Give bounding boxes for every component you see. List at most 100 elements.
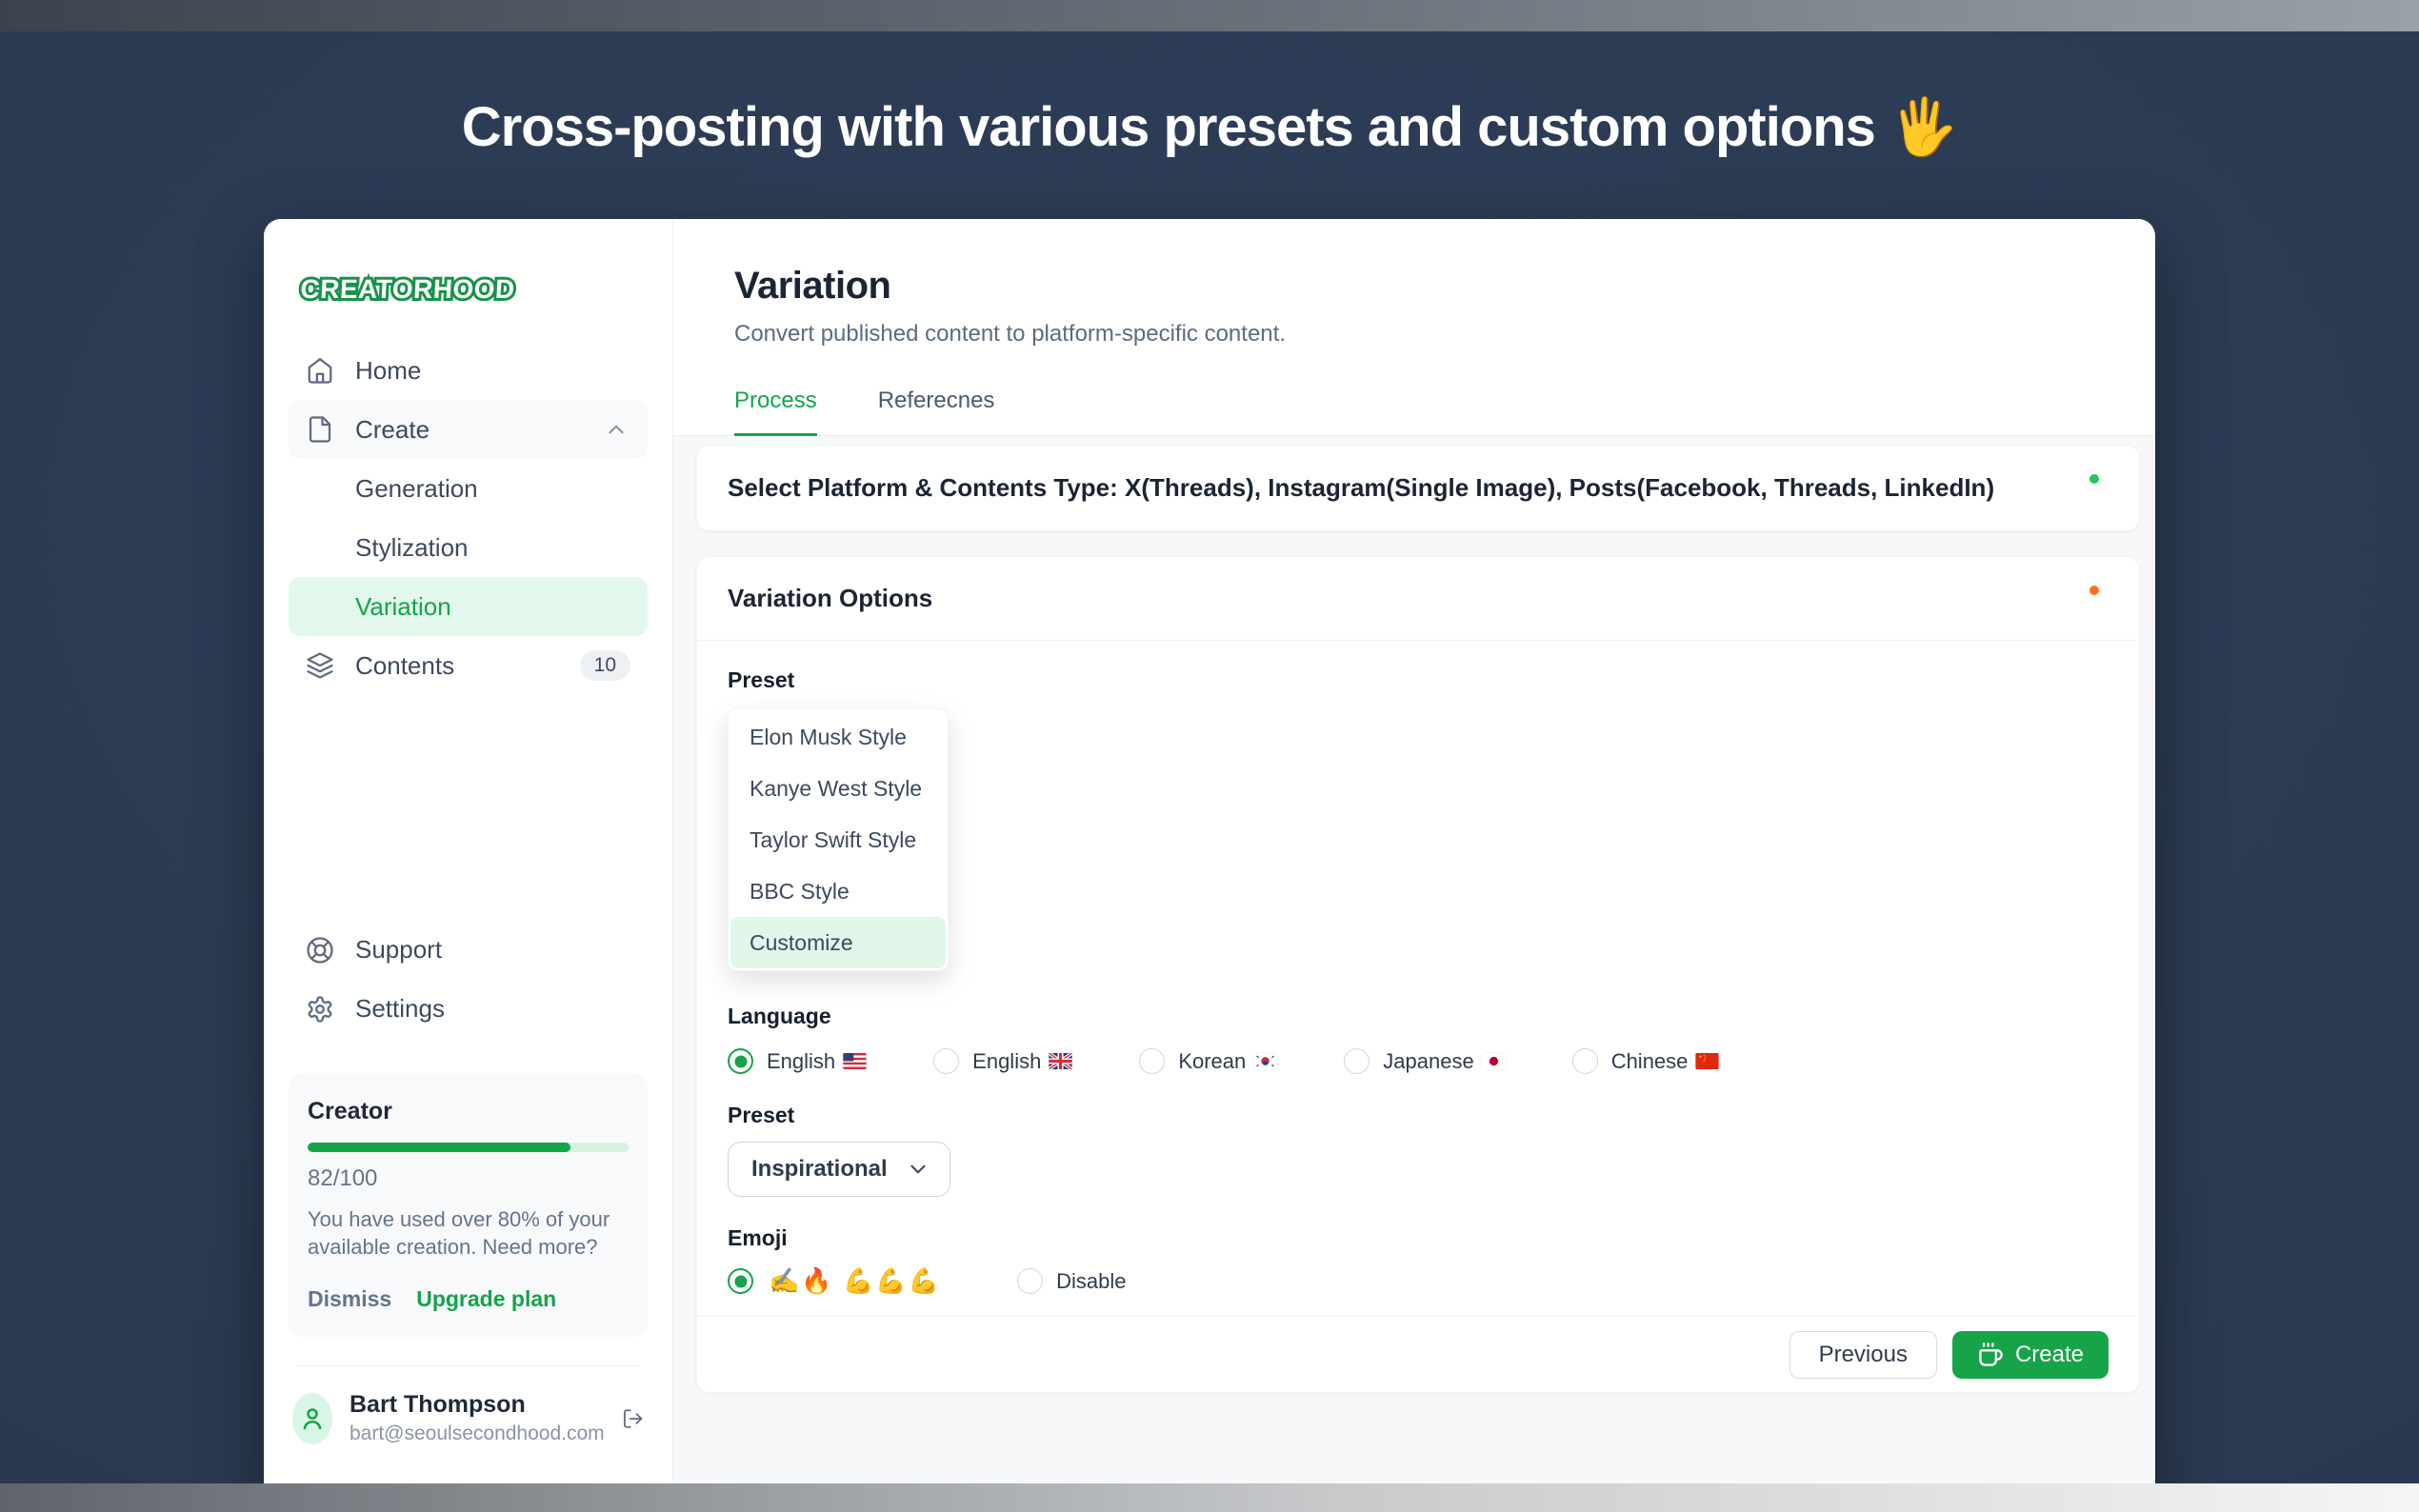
options-card-body: Preset Elon Musk Style Kanye West Style … — [697, 641, 2139, 1316]
user-icon — [298, 1404, 327, 1433]
emoji-option-text: ✍️🔥 💪💪💪 — [769, 1266, 941, 1296]
gb-flag-icon — [1049, 1053, 1072, 1069]
radio-label-text: Korean — [1178, 1049, 1246, 1074]
upgrade-plan-link[interactable]: Upgrade plan — [416, 1286, 556, 1312]
radio-chinese[interactable]: Chinese — [1572, 1048, 1720, 1074]
radio-korean[interactable]: Korean — [1139, 1048, 1277, 1074]
menu-item-kanye-west-style[interactable]: Kanye West Style — [730, 763, 946, 814]
platform-step-title: Select Platform & Contents Type: X(Threa… — [728, 473, 1994, 503]
usage-progress-fill — [308, 1143, 570, 1152]
platform-step-card[interactable]: Select Platform & Contents Type: X(Threa… — [696, 445, 2140, 531]
radio-label-text: English — [767, 1049, 835, 1074]
radio-circle — [728, 1268, 753, 1294]
radio-japanese[interactable]: Japanese — [1344, 1048, 1505, 1074]
create-button[interactable]: Create — [1952, 1331, 2109, 1379]
top-window-chrome — [0, 0, 2419, 31]
coffee-cup-icon — [1977, 1342, 2004, 1368]
radio-label-text: Japanese — [1383, 1049, 1473, 1074]
radio-label-text: Chinese — [1611, 1049, 1689, 1074]
radio-english-us[interactable]: English — [728, 1048, 867, 1074]
sidebar-item-stylization[interactable]: Stylization — [289, 518, 648, 577]
variation-options-card: Variation Options Preset Elon Musk Style… — [696, 556, 2140, 1393]
radio-english-gb[interactable]: English — [933, 1048, 1072, 1074]
previous-button[interactable]: Previous — [1789, 1331, 1937, 1379]
language-section: Language English Eng — [728, 1004, 2109, 1074]
sidebar-item-home[interactable]: Home — [289, 341, 648, 400]
radio-circle — [933, 1048, 959, 1074]
radio-circle — [1344, 1048, 1369, 1074]
logout-icon[interactable] — [622, 1404, 644, 1433]
menu-item-bbc-style[interactable]: BBC Style — [730, 865, 946, 917]
options-card-footer: Previous Create — [697, 1316, 2139, 1392]
screenshot-stage: Cross-posting with various presets and c… — [0, 0, 2419, 1512]
radio-circle — [1572, 1048, 1598, 1074]
options-card-header: Variation Options — [697, 557, 2139, 641]
contents-count-badge: 10 — [580, 650, 630, 681]
content-area: Select Platform & Contents Type: X(Threa… — [673, 436, 2155, 1512]
menu-item-customize[interactable]: Customize — [730, 917, 946, 968]
tone-preset-section: Preset Inspirational — [728, 1103, 2109, 1197]
avatar — [292, 1393, 332, 1444]
radio-circle — [1017, 1268, 1043, 1294]
sidebar-item-contents[interactable]: Contents 10 — [289, 636, 648, 695]
usage-message: You have used over 80% of your available… — [308, 1205, 622, 1262]
sidebar-item-settings[interactable]: Settings — [289, 980, 648, 1039]
radio-circle — [1139, 1048, 1165, 1074]
plan-name: Creator — [308, 1098, 629, 1125]
page-subtitle: Convert published content to platform-sp… — [734, 321, 2155, 348]
sidebar-spacer — [289, 695, 648, 921]
sidebar-item-variation[interactable]: Variation — [289, 577, 648, 636]
radio-emoji-enabled[interactable]: ✍️🔥 💪💪💪 — [728, 1266, 941, 1296]
menu-item-elon-musk-style[interactable]: Elon Musk Style — [730, 711, 946, 763]
tab-references[interactable]: Referecnes — [878, 388, 995, 435]
sidebar-item-create[interactable]: Create — [289, 400, 648, 459]
tab-process[interactable]: Process — [734, 388, 817, 437]
page-title: Cross-posting with various presets and c… — [0, 95, 2419, 160]
chevron-down-icon — [906, 1157, 930, 1182]
main-content: Variation Convert published content to p… — [673, 219, 2155, 1512]
gear-icon — [306, 995, 334, 1024]
tone-preset-value: Inspirational — [751, 1156, 888, 1183]
tab-bar: Process Referecnes — [673, 388, 2155, 436]
chevron-up-icon — [602, 417, 630, 442]
sidebar: CREATORHOOD Home Create Generation Styli — [264, 219, 673, 1512]
menu-item-taylor-swift-style[interactable]: Taylor Swift Style — [730, 814, 946, 865]
layers-icon — [306, 651, 334, 680]
sidebar-item-generation[interactable]: Generation — [289, 459, 648, 518]
sidebar-item-label: Create — [355, 415, 430, 445]
dismiss-link[interactable]: Dismiss — [308, 1286, 391, 1312]
options-card-title: Variation Options — [728, 584, 932, 613]
sidebar-item-label: Generation — [355, 474, 478, 504]
step-status-dot — [2089, 474, 2099, 484]
emoji-label: Emoji — [728, 1225, 2109, 1251]
emoji-radio-group: ✍️🔥 💪💪💪 Disable — [728, 1266, 2109, 1296]
kr-flag-icon — [1253, 1053, 1277, 1069]
page-heading: Variation — [734, 265, 2155, 308]
sidebar-divider — [298, 1365, 638, 1366]
emoji-section: Emoji ✍️🔥 💪💪💪 Disable — [728, 1225, 2109, 1296]
sidebar-item-label: Stylization — [355, 533, 469, 563]
raised-hand-emoji: 🖐️ — [1889, 96, 1957, 158]
user-name: Bart Thompson — [350, 1391, 605, 1419]
us-flag-icon — [843, 1053, 867, 1069]
radio-emoji-disable[interactable]: Disable — [1017, 1268, 1126, 1294]
usage-card: Creator 82/100 You have used over 80% of… — [289, 1073, 648, 1337]
page-title-text: Cross-posting with various presets and c… — [462, 96, 1875, 158]
usage-actions: Dismiss Upgrade plan — [308, 1286, 629, 1312]
radio-label-text: Disable — [1056, 1269, 1126, 1294]
sidebar-item-label: Contents — [355, 651, 454, 681]
usage-count: 82/100 — [308, 1165, 629, 1192]
sidebar-item-label: Support — [355, 935, 442, 965]
tone-preset-select[interactable]: Inspirational — [728, 1142, 950, 1197]
home-icon — [306, 356, 334, 385]
preset-dropdown-menu: Elon Musk Style Kanye West Style Taylor … — [728, 708, 949, 971]
sidebar-item-support[interactable]: Support — [289, 921, 648, 980]
main-header: Variation Convert published content to p… — [673, 219, 2155, 436]
radio-label-text: English — [972, 1049, 1041, 1074]
logo-text: CREATORHOOD — [300, 274, 516, 304]
preset-label: Preset — [728, 667, 2109, 693]
sidebar-item-label: Variation — [355, 592, 451, 622]
create-button-label: Create — [2015, 1342, 2084, 1368]
radio-circle — [728, 1048, 753, 1074]
creatorhood-logo[interactable]: CREATORHOOD — [298, 263, 648, 312]
